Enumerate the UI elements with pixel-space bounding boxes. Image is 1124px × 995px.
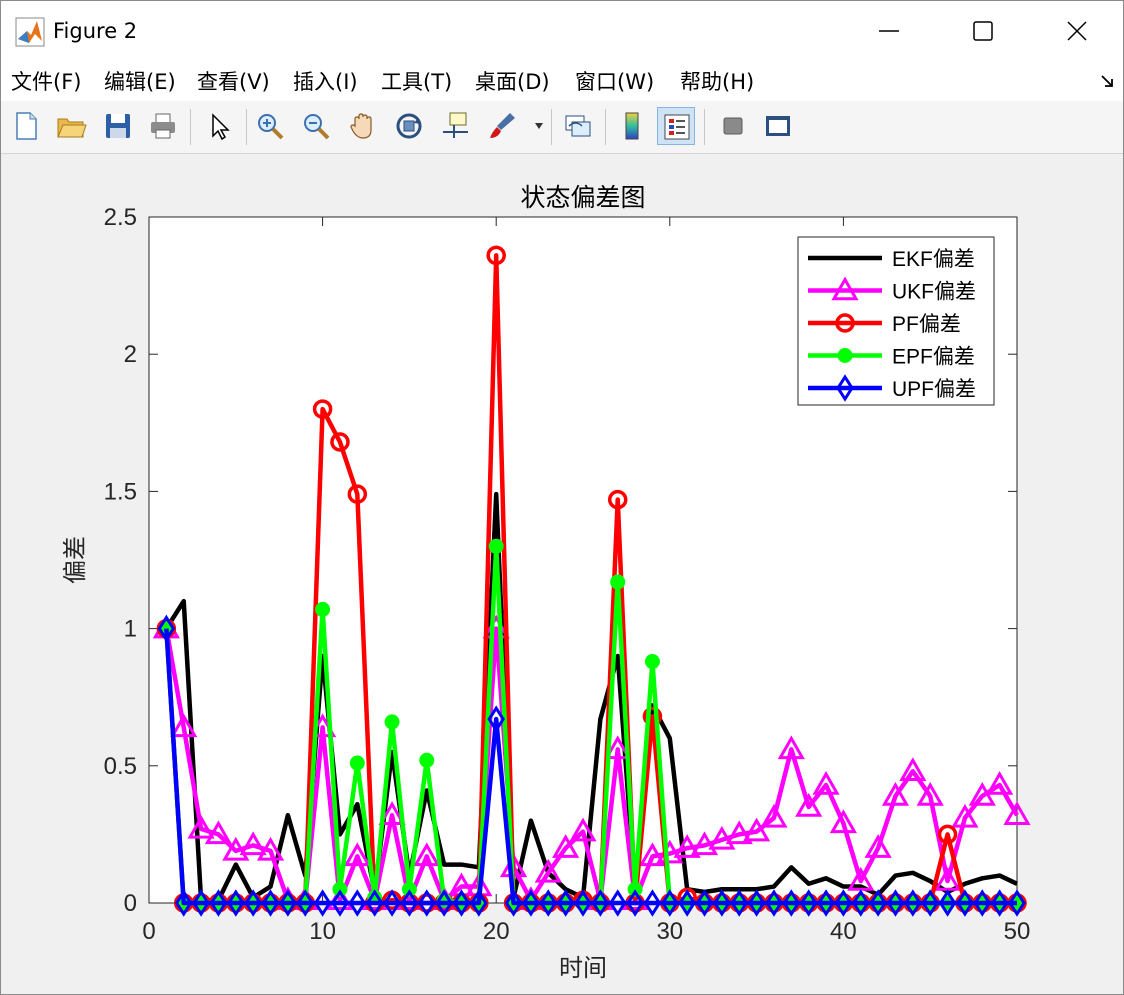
legend-label: PF偏差: [892, 313, 961, 336]
x-tick-label: 50: [1004, 918, 1031, 945]
close-button[interactable]: [1031, 1, 1123, 61]
y-tick-label: 1: [124, 616, 137, 643]
figure-toolbar: [1, 101, 1123, 154]
zoom-out-icon: [304, 114, 330, 140]
x-axis-label: 时间: [559, 954, 607, 982]
toolbar-separator: [605, 109, 606, 145]
data-point[interactable]: [384, 714, 400, 730]
toolbar-separator: [704, 109, 705, 145]
minimize-button[interactable]: [843, 1, 935, 61]
pan-button[interactable]: [344, 107, 382, 145]
legend-icon: [664, 114, 690, 140]
legend-label: EPF偏差: [892, 346, 975, 369]
title-bar: Figure 2: [1, 1, 1123, 61]
data-point[interactable]: [488, 538, 504, 554]
figure-canvas: 状态偏差图 时间 偏差 0 10 20 30 40 50 0 0.5 1 1.5 2 2.5 EKF偏…: [1, 154, 1123, 994]
x-tick-label: 0: [142, 918, 155, 945]
menu-insert[interactable]: 插入(I): [293, 66, 358, 96]
y-tick-label: 1.5: [104, 478, 137, 505]
toolbar-separator: [246, 109, 247, 145]
legend-marker[interactable]: [837, 348, 853, 363]
zoom-out-button[interactable]: [297, 107, 335, 145]
minimize-icon: [879, 30, 899, 32]
data-point[interactable]: [610, 574, 626, 590]
colorbar-icon: [625, 112, 639, 140]
pointer-icon: [212, 113, 230, 141]
figure-window: Figure 2 文件(F) 编辑(E) 查看(V) 插入(I) 工具(T) 桌…: [0, 0, 1124, 995]
show-plot-tools-icon: [766, 116, 790, 136]
data-point[interactable]: [644, 654, 660, 670]
toolbar-separator: [190, 109, 191, 145]
legend-label: UPF偏差: [892, 378, 976, 401]
new-figure-button[interactable]: [7, 107, 45, 145]
pan-hand-icon: [350, 113, 372, 139]
menu-desktop[interactable]: 桌面(D): [475, 66, 550, 96]
maximize-icon: [973, 21, 993, 41]
toolbar-separator: [551, 109, 552, 145]
y-tick-label: 2.5: [104, 204, 137, 231]
edit-plot-button[interactable]: [200, 107, 238, 145]
insert-legend-button[interactable]: [657, 107, 695, 145]
new-file-icon: [16, 112, 37, 140]
link-plot-button[interactable]: [559, 107, 597, 145]
menu-bar: 文件(F) 编辑(E) 查看(V) 插入(I) 工具(T) 桌面(D) 窗口(W…: [1, 61, 1123, 101]
save-button[interactable]: [99, 107, 137, 145]
data-point[interactable]: [315, 601, 331, 617]
y-tick-label: 0.5: [104, 753, 137, 780]
save-icon: [106, 114, 130, 138]
brush-icon: [490, 113, 515, 138]
menu-file[interactable]: 文件(F): [11, 66, 81, 96]
menu-tools[interactable]: 工具(T): [381, 66, 452, 96]
open-file-button[interactable]: [52, 107, 90, 145]
link-plot-icon: [565, 115, 591, 137]
hide-plot-tools-icon: [723, 117, 743, 135]
brush-dropdown-icon[interactable]: [533, 121, 545, 131]
menu-help[interactable]: 帮助(H): [680, 66, 754, 96]
x-tick-label: 10: [309, 918, 336, 945]
zoom-in-icon: [258, 114, 284, 140]
chart-title: 状态偏差图: [520, 183, 645, 212]
matlab-logo-icon: [15, 17, 45, 47]
x-tick-label: 40: [830, 918, 857, 945]
maximize-button[interactable]: [937, 1, 1029, 61]
menu-view[interactable]: 查看(V): [197, 66, 270, 96]
menu-edit[interactable]: 编辑(E): [104, 66, 176, 96]
zoom-in-button[interactable]: [251, 107, 289, 145]
open-folder-icon: [57, 118, 87, 138]
rotate-button[interactable]: [390, 107, 428, 145]
legend-label: EKF偏差: [892, 248, 975, 271]
dock-arrow-icon[interactable]: [1099, 73, 1115, 89]
rotate-3d-icon: [396, 113, 422, 139]
x-tick-label: 20: [483, 918, 510, 945]
data-point[interactable]: [419, 752, 435, 768]
legend[interactable]: EKF偏差 UKF偏差 PF偏差 EPF偏差 UPF偏差: [797, 236, 995, 406]
data-cursor-button[interactable]: [437, 107, 475, 145]
insert-colorbar-button[interactable]: [613, 107, 651, 145]
print-button[interactable]: [144, 107, 182, 145]
y-tick-label: 0: [124, 890, 137, 917]
brush-button[interactable]: [483, 107, 521, 145]
menu-window[interactable]: 窗口(W): [575, 66, 654, 96]
print-icon: [151, 113, 175, 139]
hide-plot-tools-button[interactable]: [714, 107, 752, 145]
y-tick-label: 2: [124, 341, 137, 368]
x-tick-label: 30: [656, 918, 683, 945]
chart-svg[interactable]: 状态偏差图 时间 偏差 0 10 20 30 40 50 0 0.5 1 1.5 2 2.5 EKF偏…: [1, 154, 1123, 994]
y-axis-label: 偏差: [61, 536, 89, 584]
legend-label: UKF偏差: [892, 281, 976, 304]
window-title: Figure 2: [53, 19, 138, 43]
data-cursor-icon: [443, 112, 468, 138]
show-plot-tools-button[interactable]: [759, 107, 797, 145]
data-point[interactable]: [349, 755, 365, 771]
close-icon: [1067, 21, 1087, 41]
